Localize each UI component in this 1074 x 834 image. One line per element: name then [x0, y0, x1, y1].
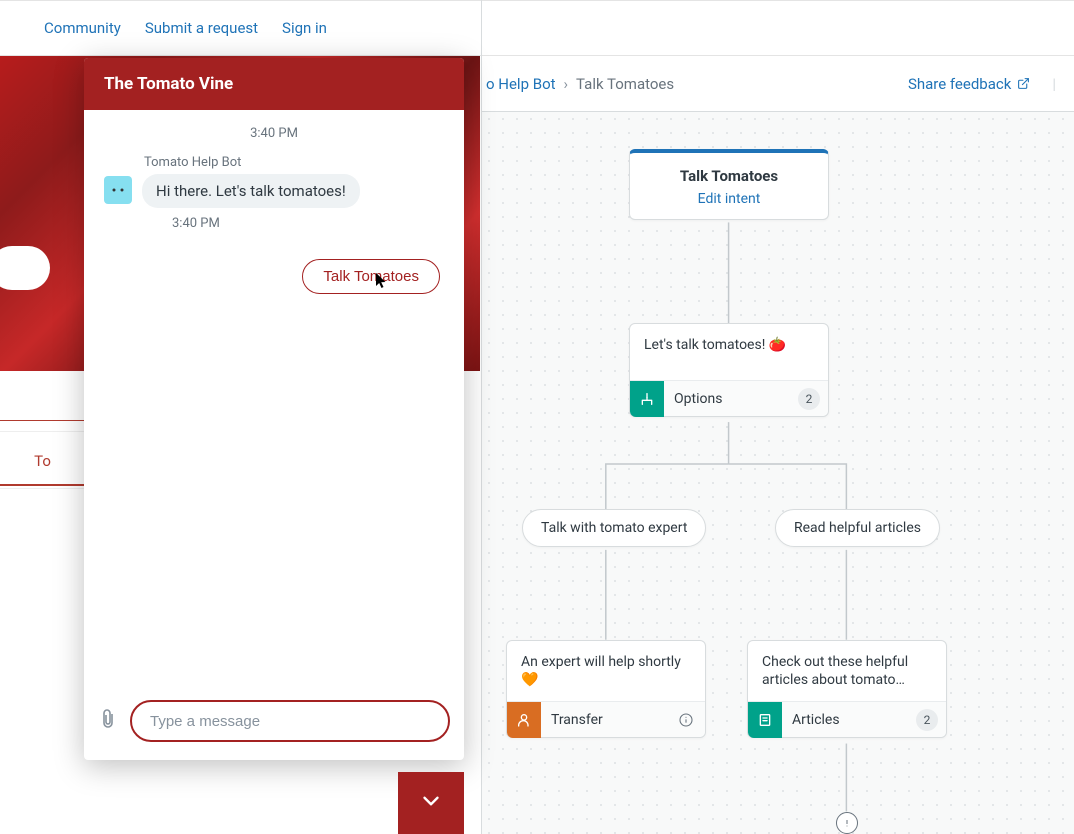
- builder-header: o Help Bot › Talk Tomatoes Share feedbac…: [482, 56, 1074, 112]
- flow-option-articles-label: Read helpful articles: [794, 520, 921, 536]
- flow-step-transfer-footer: Transfer: [507, 701, 705, 737]
- edit-intent-link[interactable]: Edit intent: [640, 191, 818, 207]
- flow-step-prompt-text: Let's talk tomatoes! 🍅: [630, 324, 828, 380]
- flow-step-articles-text: Check out these helpful articles about t…: [748, 641, 946, 701]
- breadcrumb-current: Talk Tomatoes: [576, 75, 674, 93]
- attachment-icon[interactable]: [98, 708, 118, 734]
- flow-step-prompt-footer: Options 2: [630, 380, 828, 416]
- nav-submit-request-link[interactable]: Submit a request: [145, 19, 258, 37]
- flow-end-stub-icon[interactable]: [836, 812, 858, 834]
- flow-root-title: Talk Tomatoes: [640, 167, 818, 185]
- flow-canvas[interactable]: Talk Tomatoes Edit intent Let's talk tom…: [482, 112, 1074, 834]
- builder-spacer-top: [482, 0, 1074, 56]
- share-feedback-link[interactable]: Share feedback: [908, 75, 1030, 93]
- chat-title: The Tomato Vine: [84, 58, 464, 110]
- quick-reply-row: Talk Tomatoes: [104, 259, 444, 294]
- breadcrumb-bot-link[interactable]: o Help Bot: [486, 75, 556, 93]
- share-feedback-label: Share feedback: [908, 75, 1011, 93]
- flow-step-articles[interactable]: Check out these helpful articles about t…: [747, 640, 947, 738]
- chevron-down-icon: [418, 788, 444, 818]
- breadcrumb-separator-icon: ›: [564, 75, 569, 93]
- flow-step-transfer-text: An expert will help shortly 🧡: [507, 641, 705, 701]
- flow-step-prompt[interactable]: Let's talk tomatoes! 🍅 Options 2: [629, 323, 829, 417]
- chat-message-input[interactable]: [130, 700, 450, 742]
- chat-bot-name: Tomato Help Bot: [144, 155, 444, 170]
- header-divider: |: [1052, 75, 1056, 93]
- flow-option-expert-label: Talk with tomato expert: [541, 520, 687, 536]
- search-pill[interactable]: [0, 246, 50, 290]
- flow-step-articles-badge: 2: [916, 709, 938, 731]
- flow-option-expert[interactable]: Talk with tomato expert: [522, 509, 706, 547]
- transfer-step-icon: [507, 702, 541, 738]
- flow-step-transfer-type: Transfer: [541, 712, 675, 728]
- flow-step-articles-type: Articles: [782, 712, 916, 728]
- flow-root-node[interactable]: Talk Tomatoes Edit intent: [629, 149, 829, 220]
- flow-step-prompt-badge: 2: [798, 388, 820, 410]
- quick-reply-label: Talk Tomatoes: [323, 268, 419, 285]
- flow-step-prompt-type: Options: [664, 391, 798, 407]
- chat-input-row: [84, 688, 464, 760]
- flow-step-articles-footer: Articles 2: [748, 701, 946, 737]
- chat-body: 3:40 PM Tomato Help Bot Hi there. Let's …: [84, 110, 464, 688]
- nav-community-link[interactable]: Community: [44, 19, 121, 37]
- chat-timestamp-center: 3:40 PM: [104, 126, 444, 141]
- chat-widget: The Tomato Vine 3:40 PM Tomato Help Bot …: [84, 58, 464, 760]
- chat-collapse-button[interactable]: [398, 772, 464, 834]
- bot-avatar-icon: [104, 176, 132, 204]
- info-icon[interactable]: [675, 709, 697, 731]
- category-tab-strip: To: [0, 420, 85, 489]
- chat-message-row: Hi there. Let's talk tomatoes!: [104, 174, 444, 208]
- external-link-icon: [1017, 77, 1030, 90]
- quick-reply-talk-tomatoes[interactable]: Talk Tomatoes: [302, 259, 440, 294]
- flow-option-articles[interactable]: Read helpful articles: [775, 509, 940, 547]
- chat-bot-message: Hi there. Let's talk tomatoes!: [142, 174, 360, 208]
- articles-step-icon: [748, 702, 782, 738]
- flow-builder-panel: o Help Bot › Talk Tomatoes Share feedbac…: [481, 0, 1074, 834]
- chat-message-time: 3:40 PM: [172, 216, 444, 231]
- flow-step-transfer[interactable]: An expert will help shortly 🧡 Transfer: [506, 640, 706, 738]
- nav-sign-in-link[interactable]: Sign in: [282, 19, 327, 37]
- category-tab-partial[interactable]: To: [0, 431, 85, 486]
- options-step-icon: [630, 381, 664, 417]
